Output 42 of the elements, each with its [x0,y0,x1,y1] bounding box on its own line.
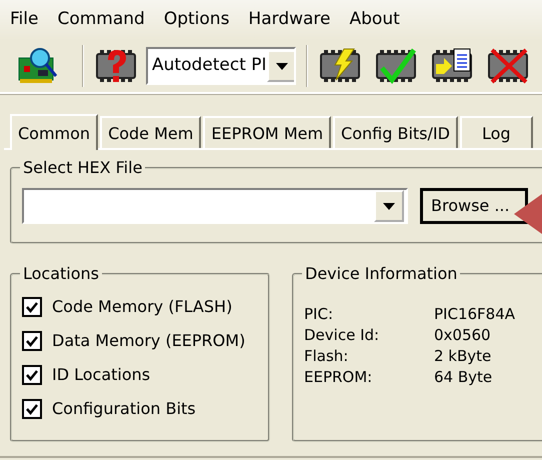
group-title: Select HEX File [22,160,144,176]
checkmark-icon [26,302,38,312]
info-label: Device Id: [304,325,380,346]
file-combo-field[interactable] [22,188,408,224]
menu-item[interactable]: Command [51,7,158,33]
tab[interactable]: Code Mem [100,116,202,148]
info-label: EEPROM: [304,367,374,388]
option-label: Data Memory (EEPROM) [52,330,246,352]
checkmark-icon [26,370,38,380]
group-title: Locations [22,266,100,282]
info-label: PIC: [304,304,334,325]
browse-button[interactable]: Browse ... [420,188,528,224]
tab[interactable]: Common [10,114,98,150]
tab[interactable]: EEPROM Mem [203,116,332,148]
info-value: PIC16F84A [434,304,516,325]
tab[interactable]: Log [460,116,533,148]
device-select[interactable]: Autodetect PI [146,47,296,85]
info-value: 64 Byte [434,367,492,388]
info-label: Flash: [304,346,350,367]
checkbox[interactable] [22,297,42,317]
menu-item[interactable]: Options [158,7,242,33]
tab[interactable]: Config Bits/ID [333,116,458,148]
info-value: 0x0560 [434,325,491,346]
menu-item[interactable]: File [4,7,52,33]
checkbox[interactable] [22,399,42,419]
menu-item[interactable]: Hardware [242,7,344,33]
checkbox[interactable] [22,365,42,385]
chip-cross-icon[interactable] [486,46,530,86]
checkmark-icon [26,404,38,414]
info-value: 2 kByte [434,346,492,367]
checkmark-icon [26,336,38,346]
hardware-board-icon[interactable] [16,46,60,86]
option-label: ID Locations [52,364,150,386]
group-title: Device Information [304,266,458,282]
dropdown-arrow-icon[interactable] [383,202,395,210]
option-label: Code Memory (FLASH) [52,296,232,318]
pointer-arrow [514,194,542,234]
chip-check-icon[interactable] [374,46,418,86]
dropdown-arrow-icon[interactable] [276,62,288,70]
menu-item[interactable]: About [344,7,413,33]
option-label: Configuration Bits [52,398,196,420]
checkbox[interactable] [22,331,42,351]
